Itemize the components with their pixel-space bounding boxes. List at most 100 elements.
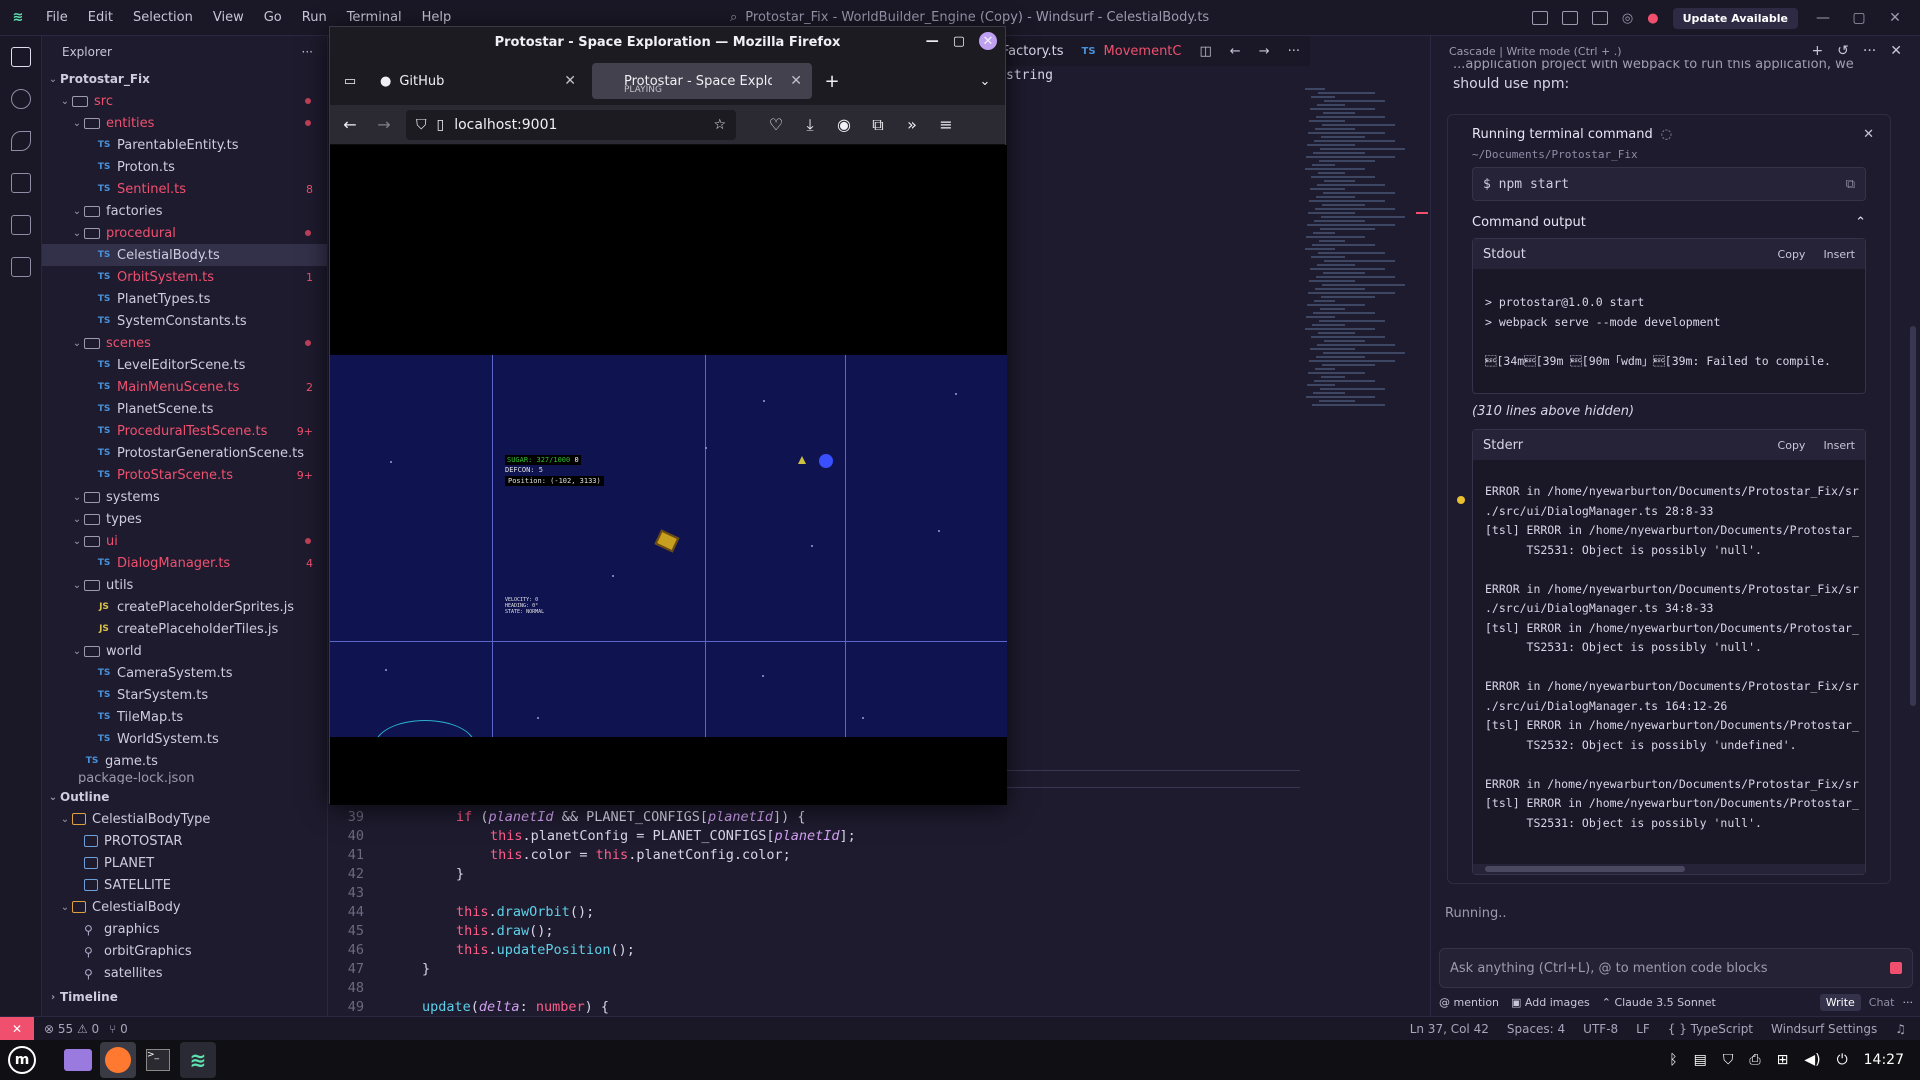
tree-item-partial[interactable]: package-lock.json — [42, 772, 327, 784]
hamburger-menu-icon[interactable]: ≡ — [934, 115, 958, 134]
close-icon[interactable]: ✕ — [1884, 10, 1906, 26]
stop-icon[interactable] — [1890, 962, 1902, 974]
toggle-sidebar-icon[interactable] — [1531, 11, 1548, 25]
outline-item[interactable]: ⌄ CelestialBody — [42, 896, 327, 918]
cascade-scrollbar[interactable] — [1910, 326, 1916, 706]
search-icon[interactable] — [0, 78, 42, 120]
code-view[interactable]: 39 if (planetId && PLANET_CONFIGS[planetI… — [328, 808, 1311, 1017]
clipboard-icon[interactable]: ▤ — [1694, 1052, 1707, 1068]
menu-file[interactable]: File — [36, 10, 78, 25]
url-bar[interactable]: ⛉ ▯ localhost:9001 ☆ — [406, 109, 736, 140]
tree-folder[interactable]: ⌄ factories — [42, 200, 327, 222]
menu-go[interactable]: Go — [254, 10, 292, 25]
account-icon[interactable]: ◎ — [1622, 11, 1633, 26]
menu-terminal[interactable]: Terminal — [337, 10, 412, 25]
windsurf-logo[interactable]: ≋ — [0, 0, 36, 36]
tree-file[interactable]: JS createPlaceholderSprites.js — [42, 596, 327, 618]
close-icon[interactable]: ✕ — [979, 32, 997, 50]
new-chat-icon[interactable]: + — [1811, 43, 1823, 59]
extensions-icon[interactable]: ⧉ — [866, 115, 890, 135]
tree-folder[interactable]: ⌄ ui — [42, 530, 327, 552]
more-actions-icon[interactable]: ··· — [1288, 44, 1300, 59]
toggle-panel-icon[interactable] — [1561, 11, 1578, 25]
tree-folder[interactable]: ⌄ systems — [42, 486, 327, 508]
firefox-icon[interactable] — [100, 1042, 136, 1078]
tree-file[interactable]: TS StarSystem.ts — [42, 684, 327, 706]
menu-edit[interactable]: Edit — [78, 10, 123, 25]
problems-count[interactable]: ⊗ 55 ⚠ 0 — [34, 1022, 109, 1036]
forward-icon[interactable]: → — [372, 115, 396, 134]
outline-item[interactable]: ⚲ satellites — [42, 962, 327, 984]
menu-help[interactable]: Help — [412, 10, 462, 25]
close-icon[interactable]: ✕ — [1890, 43, 1902, 59]
clock[interactable]: 14:27 — [1864, 1052, 1904, 1068]
pocket-icon[interactable]: ♡ — [764, 115, 788, 134]
cursor-position[interactable]: Ln 37, Col 42 — [1410, 1022, 1489, 1036]
tab-list-icon[interactable]: ▭ — [336, 74, 364, 89]
copy-button[interactable]: Copy — [1778, 248, 1806, 261]
outline-item[interactable]: ⚲ graphics — [42, 918, 327, 940]
tree-file[interactable]: TS ParentableEntity.ts — [42, 134, 327, 156]
insert-button[interactable]: Insert — [1823, 439, 1855, 452]
line-ending[interactable]: LF — [1636, 1022, 1650, 1036]
tab-github[interactable]: ● GitHub ✕ — [370, 63, 586, 99]
add-images-button[interactable]: ▣ Add images — [1511, 996, 1590, 1009]
code-line[interactable]: 39 if (planetId && PLANET_CONFIGS[planetI… — [328, 808, 1311, 827]
list-all-tabs-icon[interactable]: ⌄ — [971, 74, 999, 89]
source-control-icon[interactable] — [0, 120, 42, 162]
minimize-icon[interactable]: — — [1812, 10, 1834, 26]
layout-icon[interactable] — [1591, 11, 1608, 25]
code-line[interactable]: 47} — [328, 960, 1311, 979]
ports-count[interactable]: ⑂ 0 — [109, 1022, 128, 1036]
tree-file[interactable]: TS SystemConstants.ts — [42, 310, 327, 332]
encoding[interactable]: UTF-8 — [1583, 1022, 1618, 1036]
nav-forward-icon[interactable]: → — [1259, 44, 1270, 59]
menu-view[interactable]: View — [203, 10, 254, 25]
code-line[interactable]: 40 this.planetConfig = PLANET_CONFIGS[pla… — [328, 827, 1311, 846]
horizontal-scrollbar[interactable] — [1473, 864, 1865, 874]
minimap[interactable] — [1305, 86, 1415, 516]
tree-file[interactable]: TS ProceduralTestScene.ts 9+ — [42, 420, 327, 442]
bookmark-star-icon[interactable]: ☆ — [713, 117, 726, 133]
indentation[interactable]: Spaces: 4 — [1507, 1022, 1565, 1036]
close-icon[interactable]: ✕ — [1863, 127, 1874, 142]
write-mode-toggle[interactable]: Write — [1819, 994, 1861, 1011]
code-line[interactable]: 41 this.color = this.planetConfig.color; — [328, 846, 1311, 865]
code-line[interactable]: 48 — [328, 979, 1311, 998]
code-line[interactable]: 43 — [328, 884, 1311, 903]
tree-folder[interactable]: ⌄ types — [42, 508, 327, 530]
remote-icon[interactable]: ✕ — [0, 1016, 34, 1041]
tab-protostar[interactable]: Protostar - Space Explorati PLAYING ✕ — [592, 63, 812, 99]
insert-button[interactable]: Insert — [1823, 248, 1855, 261]
tree-file[interactable]: TS DialogManager.ts 4 — [42, 552, 327, 574]
search-icon[interactable]: ⌕ — [730, 10, 737, 25]
tree-folder[interactable]: ⌄ src — [42, 90, 327, 112]
more-actions-icon[interactable]: ··· — [1863, 43, 1876, 59]
tree-file[interactable]: TS ProtostarGenerationScene.ts — [42, 442, 327, 464]
tree-root[interactable]: ⌄ Protostar_Fix — [42, 68, 327, 90]
close-tab-icon[interactable]: ✕ — [790, 73, 802, 89]
files-icon[interactable] — [60, 1042, 96, 1078]
mention-button[interactable]: @ mention — [1439, 996, 1499, 1009]
power-icon[interactable]: ⏻ — [1837, 1052, 1848, 1068]
command-box[interactable]: $ npm start ⧉ — [1472, 167, 1866, 201]
tree-folder[interactable]: ⌄ scenes — [42, 332, 327, 354]
code-line[interactable]: 42} — [328, 865, 1311, 884]
outline-item[interactable]: ⚲ orbitGraphics — [42, 940, 327, 962]
account-icon[interactable]: ◉ — [832, 115, 856, 134]
new-tab-icon[interactable]: + — [818, 71, 846, 92]
tree-folder[interactable]: ⌄ utils — [42, 574, 327, 596]
downloads-icon[interactable]: ⤓ — [798, 115, 822, 135]
menu-selection[interactable]: Selection — [123, 10, 203, 25]
explorer-icon[interactable] — [0, 36, 42, 78]
game-field[interactable]: SUGAR: 327/1000 0 DEFCON: 5 Position: (-… — [330, 355, 1007, 737]
run-debug-icon[interactable] — [0, 162, 42, 204]
scrollbar-thumb[interactable] — [1485, 866, 1685, 872]
outline-item[interactable]: ⌄ CelestialBodyType — [42, 808, 327, 830]
history-icon[interactable]: ↺ — [1837, 43, 1849, 59]
copy-button[interactable]: Copy — [1778, 439, 1806, 452]
code-line[interactable]: 45 this.draw(); — [328, 922, 1311, 941]
code-line[interactable]: 49 update(delta: number) { — [328, 998, 1311, 1017]
shield-icon[interactable]: ⛉ — [416, 117, 427, 133]
more-actions-icon[interactable]: ··· — [302, 45, 313, 59]
